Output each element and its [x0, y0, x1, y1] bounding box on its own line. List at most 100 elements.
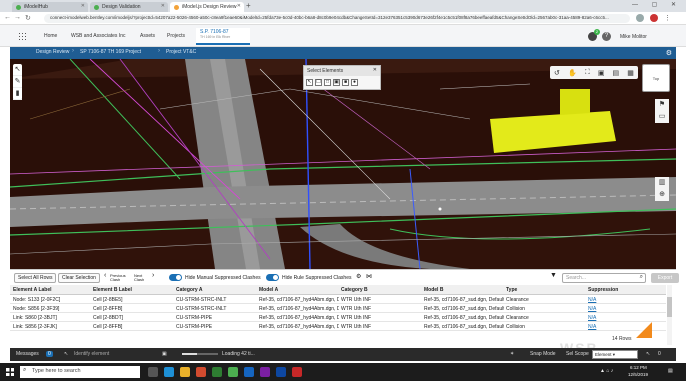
column-header[interactable]: Category B	[341, 287, 421, 293]
clear-selection-button[interactable]: Clear Selection	[58, 273, 100, 283]
office-icon[interactable]	[196, 367, 206, 377]
select-pointer-icon[interactable]: ↖	[306, 79, 313, 86]
notification-center-icon[interactable]: ▤	[668, 368, 673, 374]
select-crossing-icon[interactable]: □	[324, 79, 331, 86]
help-icon[interactable]: ?	[602, 32, 611, 41]
task-view-icon[interactable]	[148, 367, 158, 377]
table-row[interactable]: Node: S856 [2-3F39] Cell [2-8FFB] CU-STR…	[10, 304, 666, 313]
table-row[interactable]: Node: S133 [2-0F2C] Cell [2-8BE5] CU-STR…	[10, 295, 666, 304]
grid-scrollbar[interactable]	[667, 285, 672, 345]
measure-tool-icon[interactable]: ✎	[13, 76, 22, 88]
cell-model-b: Ref-35, cd7106-87_sud.dgn, Default	[424, 297, 504, 303]
export-button[interactable]: Export	[651, 273, 679, 283]
taskbar-search-input[interactable]: ⌕ Type here to search	[20, 366, 140, 378]
app-icon[interactable]	[292, 367, 302, 377]
notification-bell-icon[interactable]: 2	[588, 29, 600, 41]
model-viewport[interactable]: ↖ ✎ ▮ Select Elements ✕ ↖ ☐ □ ▣ ■ ● ↺ ✋ …	[10, 59, 676, 269]
selection-scope-select[interactable]: Element ▾	[592, 350, 638, 359]
chart-icon[interactable]: ▥	[655, 177, 669, 189]
select-box-icon[interactable]: ☐	[315, 79, 322, 86]
pan-icon[interactable]: ✋	[568, 69, 577, 77]
column-header[interactable]: Type	[506, 287, 586, 293]
navigation-cube[interactable]: Top	[642, 64, 670, 92]
word-icon[interactable]	[276, 367, 286, 377]
select-all-icon[interactable]: ■	[342, 79, 349, 86]
select-fence-icon[interactable]: ▣	[333, 79, 340, 86]
window-controls[interactable]: — ▢ ✕	[632, 1, 682, 8]
search-input[interactable]: Search... ⌕	[562, 273, 646, 283]
next-clash-button[interactable]: Next Clash	[134, 274, 152, 282]
extension-icon[interactable]	[636, 14, 644, 22]
breadcrumb-project[interactable]: SP 7106-87 TH 169 Project	[80, 49, 141, 55]
close-icon[interactable]: ✕	[161, 3, 165, 9]
column-header[interactable]: Model A	[259, 287, 339, 293]
settings-icon[interactable]: ⚙	[356, 273, 361, 280]
left-toolbar: ↖ ✎ ▮	[13, 64, 22, 100]
scrollbar-thumb[interactable]	[667, 297, 672, 317]
back-icon[interactable]: ←	[4, 14, 11, 21]
view-redo-icon[interactable]: ▦	[627, 69, 634, 77]
messages-button[interactable]: Messages	[16, 351, 39, 357]
close-icon[interactable]: ✕	[81, 3, 85, 9]
camera-icon[interactable]: ▭	[655, 111, 669, 123]
chevron-right-icon[interactable]: ›	[152, 272, 154, 279]
system-tray-icons[interactable]: ▲ ⌂ ♪	[600, 368, 613, 374]
column-header[interactable]: Model B	[424, 287, 504, 293]
close-icon[interactable]: ✕	[373, 67, 377, 73]
browser-tab[interactable]: iModelHub ✕	[12, 2, 88, 12]
teams-icon[interactable]	[260, 367, 270, 377]
breadcrumb-view[interactable]: Project VT&C	[166, 49, 196, 55]
columns-icon[interactable]: ⋈	[366, 273, 372, 280]
column-header[interactable]: Suppression	[588, 287, 658, 293]
snap-mode-label[interactable]: Snap Mode	[530, 351, 556, 357]
nav-projects[interactable]: Projects	[167, 33, 185, 39]
table-row[interactable]: Link: S856 [2-3FJK] Cell [2-8FFB] CU-STR…	[10, 322, 666, 331]
gear-icon[interactable]: ⚙	[666, 49, 672, 57]
outlook-icon[interactable]	[244, 367, 254, 377]
profile-avatar-icon[interactable]	[650, 14, 658, 22]
walk-icon[interactable]: ⚑	[655, 99, 669, 111]
new-tab-icon[interactable]: +	[246, 1, 251, 10]
rotate-icon[interactable]: ↺	[554, 69, 560, 77]
file-explorer-icon[interactable]	[180, 367, 190, 377]
url-field[interactable]: connect-imodelweb.bentley.com/imodeljs/?…	[44, 14, 630, 23]
browser-tab-active[interactable]: iModel.js Design Review ✕	[170, 2, 244, 12]
browser-tab[interactable]: Design Validation ✕	[90, 2, 168, 12]
column-header[interactable]: Element A Label	[13, 287, 93, 293]
app-launcher-icon[interactable]	[18, 32, 26, 40]
snap-icon[interactable]: ✶	[510, 351, 514, 357]
breadcrumb-design-review[interactable]: Design Review	[36, 49, 69, 55]
cell-suppression-link[interactable]: N/A	[588, 297, 658, 303]
search-icon[interactable]: ⌕	[640, 274, 643, 281]
hide-manual-toggle[interactable]	[169, 274, 182, 281]
project-selector[interactable]: S.P. 7106-87 TH 169 in Elk River	[196, 28, 250, 45]
excel-icon[interactable]	[212, 367, 222, 377]
chrome-icon[interactable]	[228, 367, 238, 377]
select-circle-icon[interactable]: ●	[351, 79, 358, 86]
fit-view-icon[interactable]: ⛶	[585, 69, 590, 77]
forward-icon[interactable]: →	[14, 14, 21, 21]
reload-icon[interactable]: ↻	[25, 14, 31, 22]
previous-clash-button[interactable]: Previous Clash	[110, 274, 130, 282]
table-row[interactable]: Link: S860 [2-3BJT] Cell [2-8BDT] CU-STR…	[10, 313, 666, 322]
nav-assets[interactable]: Assets	[140, 33, 155, 39]
select-tool-icon[interactable]: ↖	[13, 64, 22, 76]
column-header[interactable]: Element B Label	[93, 287, 173, 293]
zoom-icon[interactable]: ⊕	[655, 189, 669, 201]
select-all-rows-button[interactable]: Select All Rows	[14, 273, 57, 283]
menu-dots-icon[interactable]: ⋮	[664, 14, 671, 22]
windows-start-icon[interactable]	[6, 368, 14, 376]
chevron-left-icon[interactable]: ‹	[104, 272, 106, 279]
user-name[interactable]: Mike Molitor	[620, 34, 647, 40]
hide-rule-toggle[interactable]	[266, 274, 279, 281]
nav-home[interactable]: Home	[44, 33, 57, 39]
close-icon[interactable]: ✕	[237, 3, 241, 9]
cell-suppression-link[interactable]: N/A	[588, 306, 658, 312]
nav-organization[interactable]: WSB and Associates Inc	[71, 33, 125, 39]
section-tool-icon[interactable]: ▮	[13, 88, 22, 100]
view-undo-icon[interactable]: ▤	[613, 69, 620, 77]
filter-icon[interactable]: ▼	[550, 272, 557, 279]
column-header[interactable]: Category A	[176, 287, 256, 293]
edge-icon[interactable]	[164, 367, 174, 377]
window-area-icon[interactable]: ▣	[598, 69, 605, 77]
